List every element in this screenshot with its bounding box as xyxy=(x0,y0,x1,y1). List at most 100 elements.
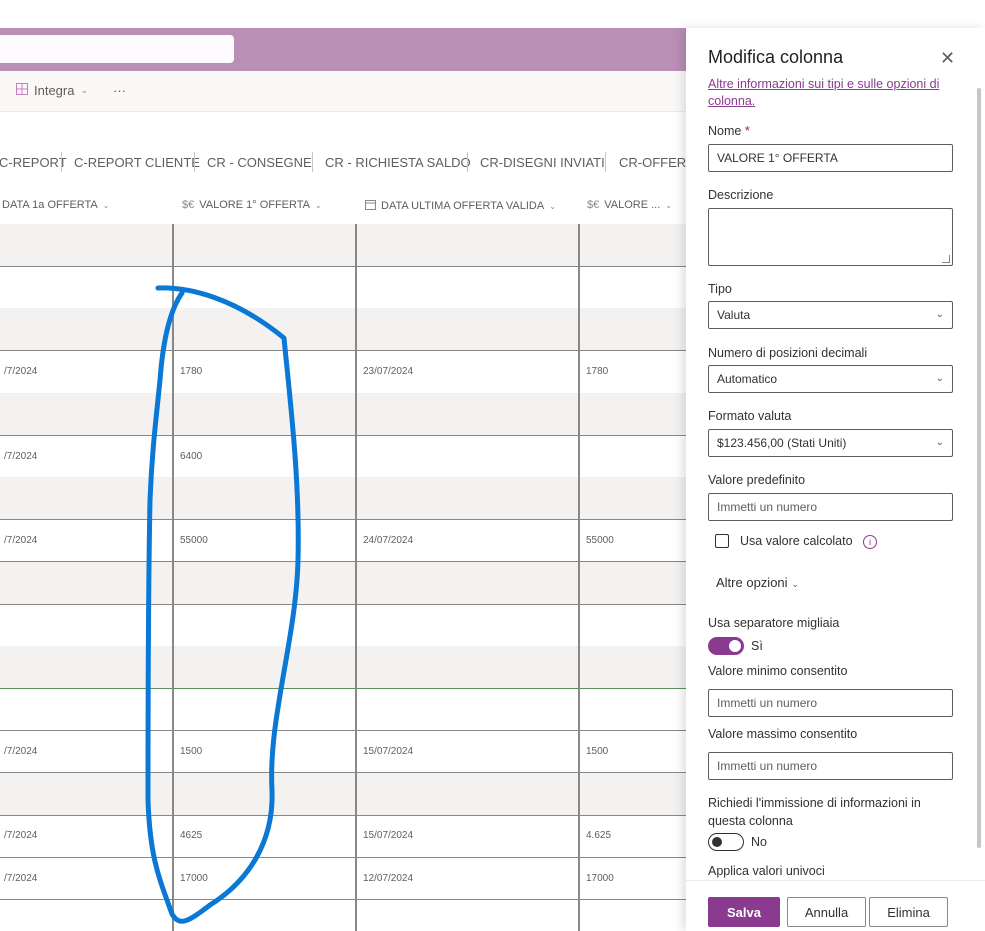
table-cell[interactable] xyxy=(0,224,172,266)
column-header-data-ultima-offerta[interactable]: DATA ULTIMA OFFERTA VALIDA ⌄ xyxy=(365,199,556,213)
table-cell[interactable]: 17000 xyxy=(172,857,355,899)
table-cell[interactable] xyxy=(578,688,686,731)
save-button[interactable]: Salva xyxy=(708,897,780,927)
table-cell[interactable]: 4625 xyxy=(172,814,355,857)
table-cell[interactable] xyxy=(0,393,172,435)
table-cell[interactable] xyxy=(578,308,686,351)
table-cell[interactable]: /7/2024 xyxy=(0,857,172,899)
table-cell[interactable]: 15/07/2024 xyxy=(355,730,578,773)
table-cell[interactable] xyxy=(578,561,686,604)
more-options-button[interactable]: Altre opzioni ⌄ xyxy=(716,575,799,590)
min-value-input[interactable]: Immetti un numero xyxy=(708,689,953,717)
table-cell[interactable]: /7/2024 xyxy=(0,351,172,393)
table-cell[interactable] xyxy=(355,266,578,309)
tab-cr-disegni-inviati[interactable]: CR-DISEGNI INVIATI xyxy=(480,155,605,170)
table-cell[interactable] xyxy=(172,646,355,688)
table-cell[interactable]: 1780 xyxy=(172,350,355,393)
table-cell[interactable] xyxy=(0,899,172,931)
table-cell[interactable] xyxy=(172,899,355,931)
table-cell[interactable] xyxy=(355,477,578,520)
use-calculated-value-checkbox[interactable] xyxy=(715,534,729,548)
table-cell[interactable] xyxy=(172,224,355,266)
decimals-select[interactable]: Automatico ⌄ xyxy=(708,365,953,393)
table-cell[interactable]: 6400 xyxy=(172,435,355,477)
column-header-data-1a-offerta[interactable]: DATA 1a OFFERTA ⌄ xyxy=(2,199,109,211)
thousands-separator-toggle[interactable] xyxy=(708,637,744,655)
table-cell[interactable]: /7/2024 xyxy=(0,519,172,561)
table-cell[interactable] xyxy=(355,646,578,688)
table-cell[interactable] xyxy=(578,266,686,309)
table-cell[interactable] xyxy=(0,308,172,350)
search-box[interactable] xyxy=(0,35,234,63)
table-cell[interactable] xyxy=(355,603,578,646)
table-cell[interactable] xyxy=(578,899,686,931)
table-cell[interactable] xyxy=(355,224,578,266)
table-cell[interactable] xyxy=(355,561,578,604)
default-value-input[interactable]: Immetti un numero xyxy=(708,493,953,521)
table-row[interactable] xyxy=(0,477,686,521)
integrate-button[interactable]: Integra ⌄ xyxy=(16,83,88,98)
panel-scrollbar[interactable] xyxy=(977,88,981,848)
table-cell[interactable] xyxy=(172,477,355,520)
table-row[interactable]: /7/2024 1500 15/07/2024 1500 xyxy=(0,730,686,774)
table-cell[interactable] xyxy=(172,561,355,604)
info-icon[interactable]: i xyxy=(863,535,877,549)
table-row[interactable]: /7/2024 4625 15/07/2024 4.625 xyxy=(0,814,686,858)
table-row[interactable] xyxy=(0,772,686,816)
table-row[interactable] xyxy=(0,308,686,352)
table-cell[interactable]: 12/07/2024 xyxy=(355,857,578,899)
currency-format-select[interactable]: $123.456,00 (Stati Uniti) ⌄ xyxy=(708,429,953,457)
tab-cr-consegne[interactable]: CR - CONSEGNE xyxy=(207,155,312,170)
table-cell[interactable]: 15/07/2024 xyxy=(355,814,578,857)
table-cell[interactable] xyxy=(0,604,172,646)
table-row[interactable] xyxy=(0,224,686,267)
table-row[interactable]: /7/2024 17000 12/07/2024 17000 xyxy=(0,857,686,900)
description-field[interactable] xyxy=(708,208,953,266)
table-cell[interactable] xyxy=(578,392,686,435)
table-row[interactable]: /7/2024 6400 xyxy=(0,435,686,478)
tab-c-report-cliente[interactable]: C-REPORT CLIENTE xyxy=(74,155,200,170)
require-info-toggle[interactable] xyxy=(708,833,744,851)
table-cell[interactable] xyxy=(0,477,172,519)
table-row[interactable]: /7/2024 55000 24/07/2024 55000 xyxy=(0,519,686,563)
table-cell[interactable] xyxy=(0,688,172,730)
tab-cr-richiesta-saldo[interactable]: CR - RICHIESTA SALDO xyxy=(325,155,471,170)
table-cell[interactable] xyxy=(172,266,355,309)
table-cell[interactable] xyxy=(578,603,686,646)
table-cell[interactable]: /7/2024 xyxy=(0,815,172,857)
table-cell[interactable]: 24/07/2024 xyxy=(355,519,578,562)
table-row[interactable]: /7/2024 1780 23/07/2024 1780 xyxy=(0,350,686,394)
table-cell[interactable] xyxy=(172,392,355,435)
table-row[interactable] xyxy=(0,688,686,732)
table-row[interactable] xyxy=(0,561,686,605)
table-cell[interactable]: 23/07/2024 xyxy=(355,350,578,393)
table-cell[interactable] xyxy=(172,308,355,351)
table-cell[interactable] xyxy=(0,646,172,688)
type-select[interactable]: Valuta ⌄ xyxy=(708,301,953,329)
table-cell[interactable] xyxy=(355,308,578,351)
tab-c-report[interactable]: C-REPORT xyxy=(0,155,67,170)
table-row[interactable] xyxy=(0,899,686,931)
table-cell[interactable]: /7/2024 xyxy=(0,435,172,477)
table-cell[interactable] xyxy=(172,688,355,731)
table-cell[interactable] xyxy=(578,477,686,520)
table-cell[interactable] xyxy=(578,224,686,266)
table-cell[interactable]: 1500 xyxy=(578,730,686,773)
table-cell[interactable]: 1780 xyxy=(578,350,686,393)
table-cell[interactable] xyxy=(0,562,172,604)
table-cell[interactable] xyxy=(578,772,686,815)
table-cell[interactable]: 1500 xyxy=(172,730,355,773)
table-row[interactable] xyxy=(0,646,686,689)
table-cell[interactable]: 55000 xyxy=(578,519,686,562)
table-cell[interactable] xyxy=(578,435,686,477)
table-row[interactable] xyxy=(0,266,686,310)
table-row[interactable] xyxy=(0,603,686,647)
table-cell[interactable] xyxy=(355,392,578,435)
table-row[interactable] xyxy=(0,392,686,436)
table-cell[interactable]: 4.625 xyxy=(578,814,686,857)
table-cell[interactable] xyxy=(578,646,686,688)
table-cell[interactable]: 55000 xyxy=(172,519,355,562)
table-cell[interactable] xyxy=(172,603,355,646)
table-cell[interactable] xyxy=(355,435,578,477)
column-types-info-link[interactable]: Altre informazioni sui tipi e sulle opzi… xyxy=(708,76,958,110)
